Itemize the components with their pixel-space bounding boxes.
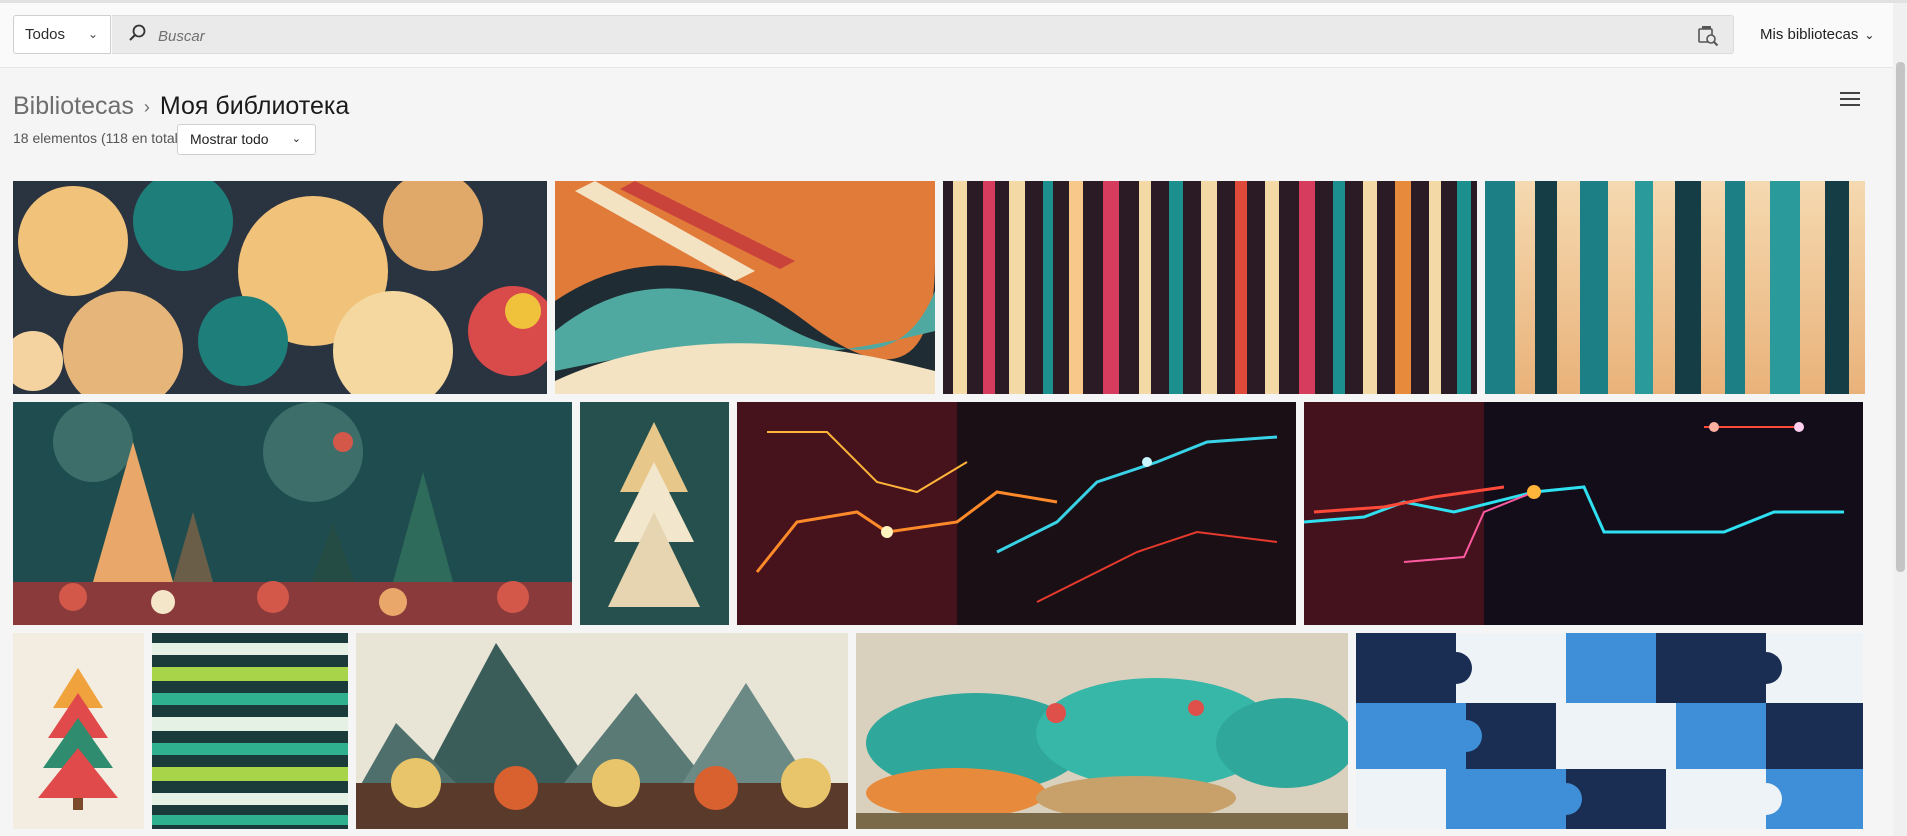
thumbnail-neon-circuit-blue[interactable]: [1304, 402, 1863, 625]
thumbnail-vertical-bars[interactable]: [943, 181, 1477, 394]
list-view-icon[interactable]: [1840, 92, 1860, 108]
thumbnail-neon-circuit-orange[interactable]: [737, 402, 1296, 625]
thumbnail-green-stripes[interactable]: [152, 633, 348, 829]
breadcrumb-separator: ›: [143, 97, 150, 117]
my-libraries-label: Mis bibliotecas: [1760, 26, 1859, 43]
asset-type-dropdown[interactable]: Todos ⌄: [13, 15, 111, 54]
thumbnail-blue-puzzle[interactable]: [1356, 633, 1863, 829]
thumbnail-christmas-trees-bokeh[interactable]: [13, 402, 572, 625]
search-bar: [112, 15, 1734, 54]
show-all-label: Mostrar todo: [190, 131, 269, 147]
chevron-down-icon: ⌄: [1864, 28, 1875, 42]
thumbnail-teal-forest[interactable]: [1485, 181, 1865, 394]
scrollbar-thumb[interactable]: [1896, 62, 1905, 572]
show-all-dropdown[interactable]: Mostrar todo ⌄: [177, 124, 316, 155]
my-libraries-dropdown[interactable]: Mis bibliotecas ⌄: [1760, 15, 1874, 54]
breadcrumb: Bibliotecas › Моя библиотека: [13, 92, 349, 121]
asset-type-label: Todos: [25, 26, 66, 43]
thumbnail-retro-waves[interactable]: [555, 181, 935, 394]
thumbnail-layered-tree[interactable]: [13, 633, 144, 829]
item-count: 18 elementos (118 en total): [13, 130, 183, 146]
visual-search-icon[interactable]: [1697, 25, 1719, 47]
chevron-down-icon: ⌄: [87, 27, 98, 41]
thumbnail-puzzle-colorful[interactable]: [13, 181, 547, 394]
breadcrumb-current-library: Моя библиотека: [159, 92, 350, 120]
thumbnail-mountain-landscape[interactable]: [356, 633, 848, 829]
chevron-down-icon: ⌄: [291, 133, 301, 145]
breadcrumb-libraries-link[interactable]: Bibliotecas: [13, 92, 134, 120]
search-input[interactable]: [156, 23, 1610, 49]
thumbnail-tangled-fibers[interactable]: [856, 633, 1348, 829]
search-icon: [129, 24, 146, 41]
top-toolbar: Todos ⌄ Mis bibliotecas ⌄: [0, 3, 1893, 68]
thumbnail-golden-tree[interactable]: [580, 402, 729, 625]
